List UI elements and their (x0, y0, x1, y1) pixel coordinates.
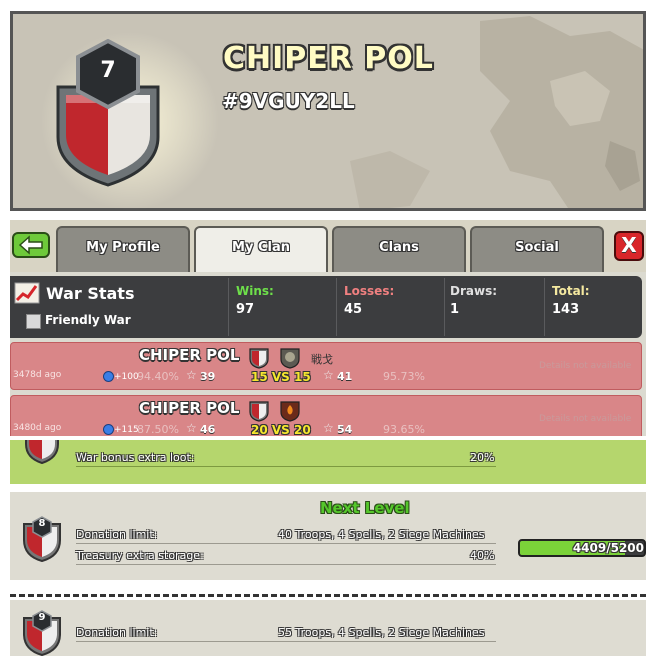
divider (336, 278, 337, 336)
donation-limit-label: Donation limit: (76, 528, 158, 541)
divider (76, 564, 496, 565)
clan-level-number: 7 (100, 58, 116, 83)
our-stars: 39 (200, 370, 216, 383)
xp-orb-icon (103, 424, 114, 435)
draws-label: Draws: (450, 284, 498, 298)
star-icon: ☆ (323, 421, 334, 435)
opponent-destruction: 95.73% (383, 370, 425, 383)
war-log-row[interactable]: CHIPER POL 戦戈 3478d ago +100 94.40% ☆ 39… (10, 342, 642, 390)
draws-value: 1 (450, 302, 460, 317)
losses-value: 45 (344, 302, 363, 317)
clan-xp-text: 4409/5200 (572, 541, 644, 555)
xp-gained: +115 (114, 425, 139, 435)
back-arrow-icon (18, 235, 43, 255)
details-not-available: Details not available (539, 414, 632, 424)
star-icon: ☆ (323, 368, 334, 382)
war-log-row[interactable]: CHIPER POL 3480d ago +115 87.50% ☆ 46 20… (10, 395, 642, 436)
badge-level-number: 8 (38, 518, 46, 529)
clan-xp-progress-bar: 4409/5200 (518, 539, 646, 557)
next-level-band: Next Level 8 Donation limit: 40 Troops, … (10, 492, 646, 580)
clan-header-panel: 7 CHIPER POL #9VGUY2LL (10, 11, 646, 211)
tab-my-profile[interactable]: My Profile (56, 226, 190, 272)
total-label: Total: (552, 284, 590, 298)
next-level-title: Next Level (320, 499, 410, 517)
divider (76, 641, 496, 642)
treasury-storage-label: Treasury extra storage: (76, 549, 204, 562)
level-9-band: 9 Donation limit: 55 Troops, 4 Spells, 2… (10, 600, 646, 656)
opponent-stars: 41 (337, 370, 353, 383)
donation-limit-label: Donation limit: (76, 626, 158, 639)
war-stats-title: War Stats (46, 284, 135, 303)
divider (444, 278, 445, 336)
wins-label: Wins: (236, 284, 274, 298)
divider (76, 543, 496, 544)
war-time-ago: 3480d ago (13, 423, 62, 433)
opponent-stars: 54 (337, 423, 353, 436)
current-perks-band: War bonus extra loot: 20% (10, 440, 646, 484)
friendly-war-checkbox[interactable] (26, 314, 41, 329)
tab-clans[interactable]: Clans (332, 226, 466, 272)
friendly-war-label: Friendly War (45, 313, 131, 327)
divider (76, 466, 496, 467)
opponent-destruction: 93.65% (383, 423, 425, 436)
losses-label: Losses: (344, 284, 395, 298)
our-destruction: 94.40% (137, 370, 179, 383)
war-stats-bar: War Stats Friendly War Wins: 97 Losses: … (10, 276, 642, 338)
our-destruction: 87.50% (137, 423, 179, 436)
back-button[interactable] (12, 232, 50, 258)
star-icon: ☆ (186, 368, 197, 382)
treasury-storage-value: 40% (470, 549, 495, 562)
clan-name: CHIPER POL (223, 41, 434, 76)
close-button[interactable]: X (614, 231, 644, 261)
war-bonus-label: War bonus extra loot: (76, 451, 195, 464)
clan-name: CHIPER POL (139, 399, 240, 417)
chart-icon (14, 282, 40, 304)
war-log-panel: My Profile My Clan Clans Social X War St… (10, 220, 646, 436)
xp-orb-icon (103, 371, 114, 382)
enemy-clan-badge-icon (280, 401, 300, 422)
star-icon: ☆ (186, 421, 197, 435)
war-score: 20 VS 20 (251, 423, 311, 436)
enemy-clan-badge-icon (280, 348, 300, 369)
clan-perks-panel: War bonus extra loot: 20% Next Level 8 D… (10, 440, 646, 656)
clan-badge-icon (25, 440, 59, 464)
donation-limit-value: 40 Troops, 4 Spells, 2 Siege Machines (278, 528, 485, 541)
tab-my-clan[interactable]: My Clan (194, 226, 328, 272)
war-time-ago: 3478d ago (13, 370, 62, 380)
tab-social[interactable]: Social (470, 226, 604, 272)
opponent-name: 戦戈 (311, 353, 333, 366)
xp-gained: +100 (114, 372, 139, 382)
clan-tag: #9VGUY2LL (222, 89, 355, 113)
our-clan-badge-icon (249, 348, 269, 369)
divider (228, 278, 229, 336)
details-not-available: Details not available (539, 361, 632, 371)
our-stars: 46 (200, 423, 216, 436)
donation-limit-value: 55 Troops, 4 Spells, 2 Siege Machines (278, 626, 485, 639)
dashed-divider (10, 594, 646, 597)
tab-bar: My Profile My Clan Clans Social X (10, 220, 646, 272)
wins-value: 97 (236, 302, 255, 317)
divider (544, 278, 545, 336)
clan-name: CHIPER POL (139, 346, 240, 364)
war-bonus-value: 20% (470, 451, 495, 464)
total-value: 143 (552, 302, 580, 317)
war-score: 15 VS 15 (251, 370, 311, 384)
badge-level-number: 9 (38, 612, 46, 623)
our-clan-badge-icon (249, 401, 269, 422)
